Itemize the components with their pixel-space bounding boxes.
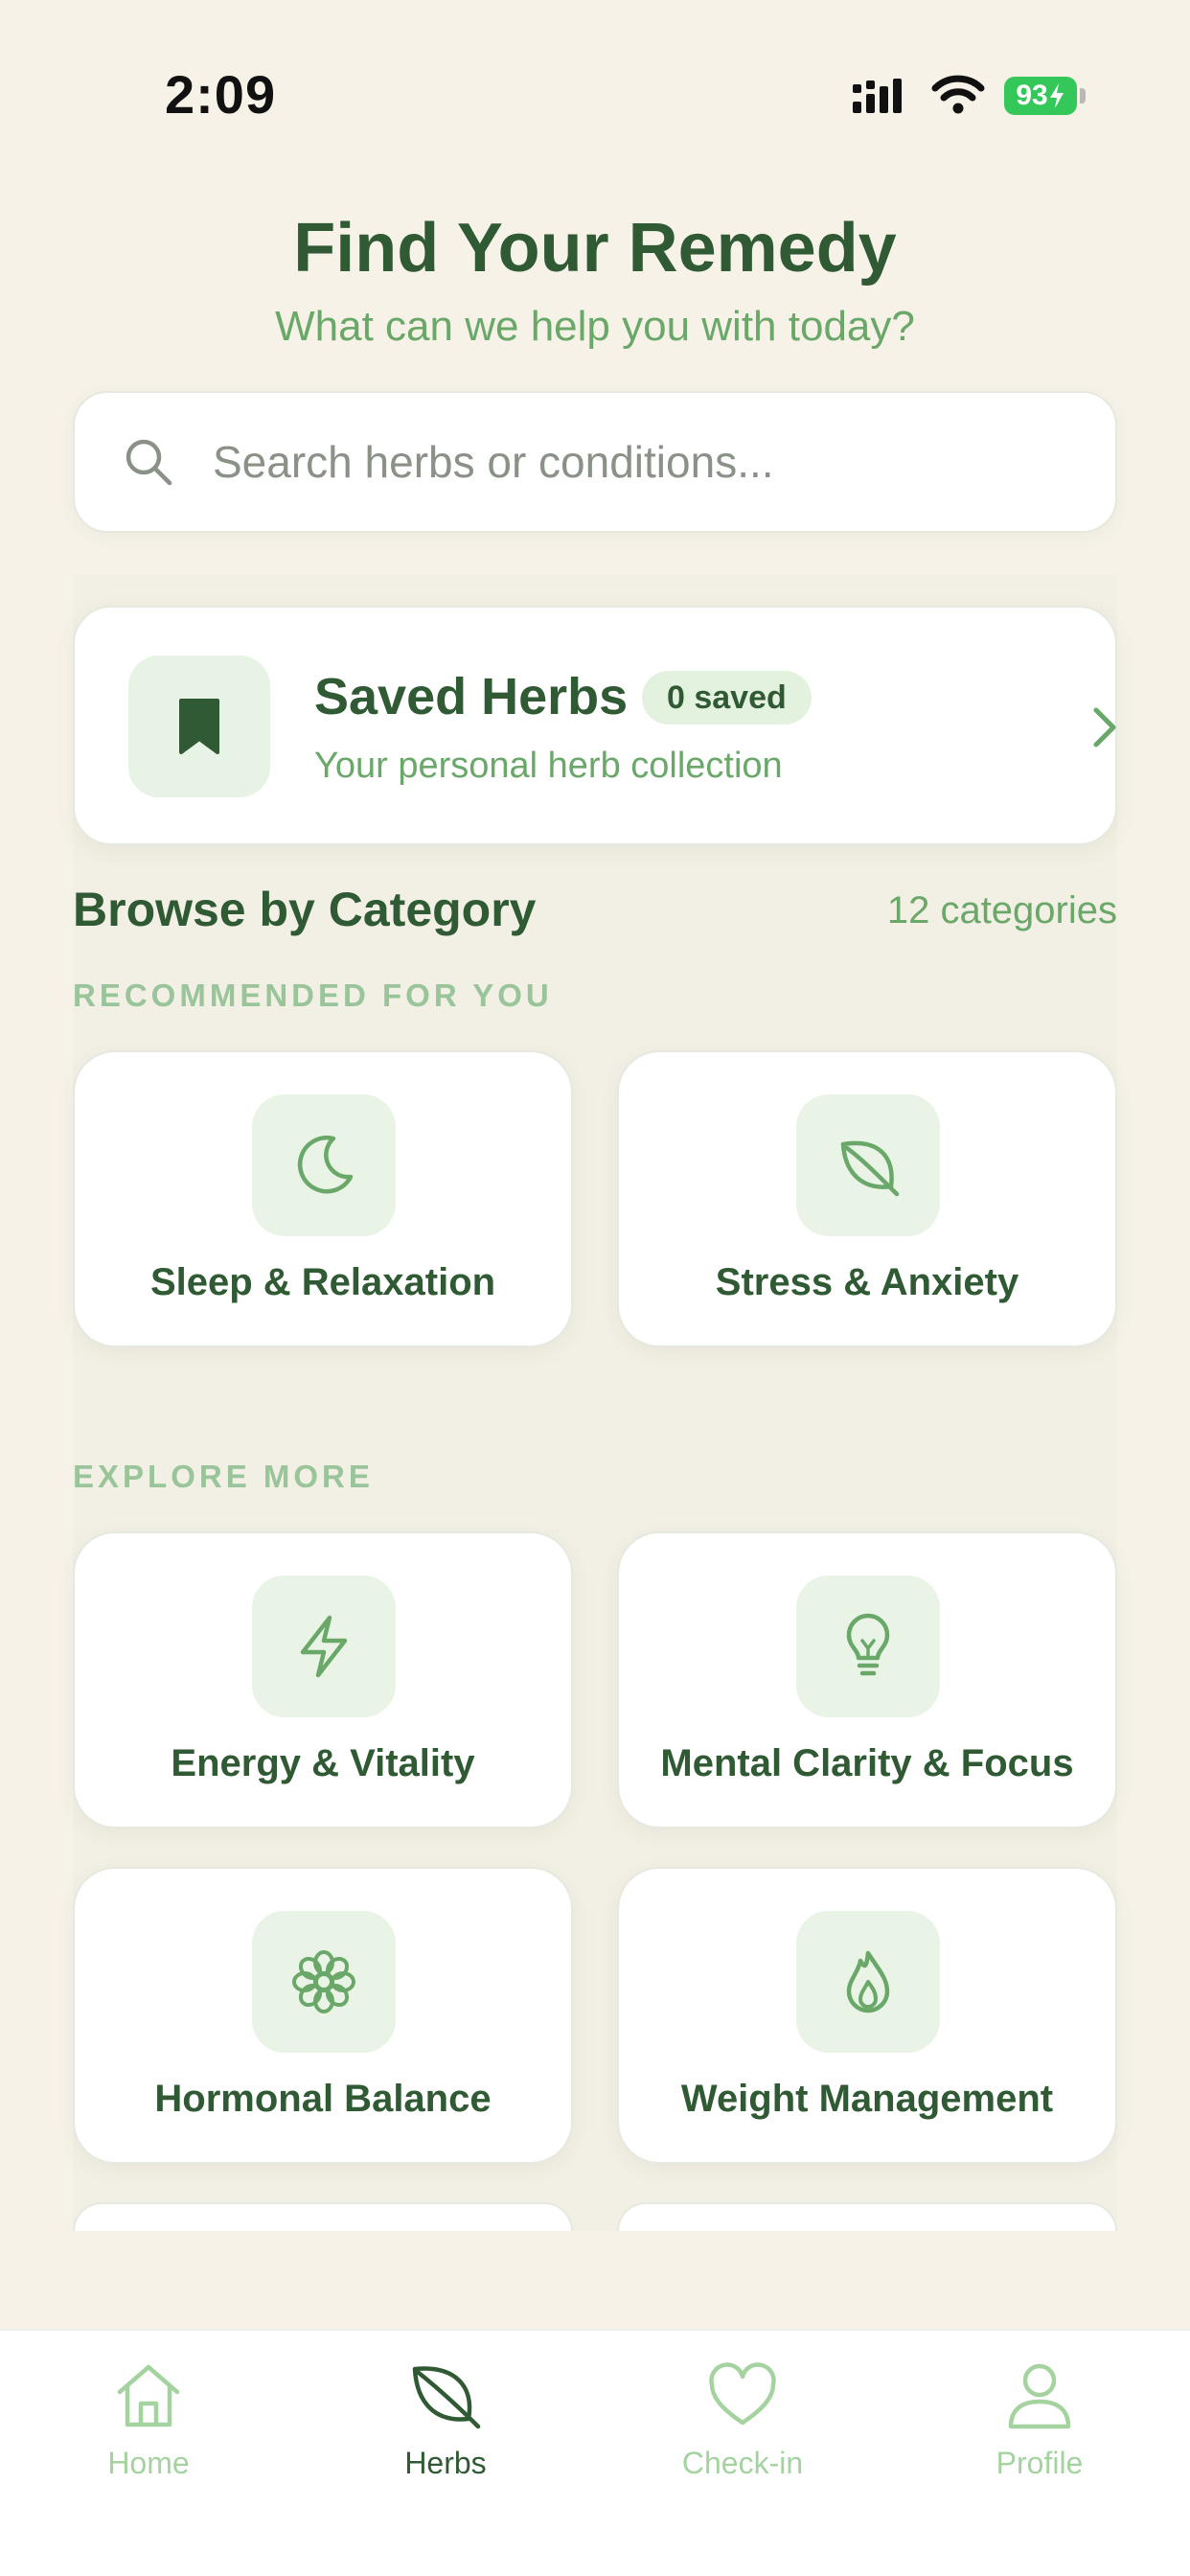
battery-level: 93 [1016,80,1048,111]
category-icon-tile [252,1094,396,1236]
chevron-right-icon [1093,707,1116,748]
category-card-weight[interactable]: Weight Management [617,1867,1117,2164]
category-label: Weight Management [680,2078,1054,2120]
heart-icon [709,2362,776,2426]
tab-check-in[interactable]: Check-in [594,2359,891,2503]
category-card-sleep[interactable]: Sleep & Relaxation [73,1050,573,1347]
category-count: 12 categories [886,889,1117,932]
moon-icon [297,1135,354,1194]
charging-bolt-icon [1049,83,1064,108]
tab-label: Check-in [681,2446,804,2480]
flower-icon [292,1950,355,2013]
tab-home[interactable]: Home [0,2359,297,2503]
saved-icon-tile [128,656,270,797]
signal-icon [853,79,902,113]
category-label: Stress & Anxiety [715,1261,1019,1303]
status-time: 2:09 [165,64,277,125]
battery-nub [1080,88,1086,104]
category-card-peek[interactable] [73,2202,573,2231]
saved-herbs-title: Saved Herbs [314,668,629,725]
category-label: Mental Clarity & Focus [660,1742,1074,1784]
tab-profile[interactable]: Profile [891,2359,1188,2503]
search-input[interactable] [213,436,1075,488]
page-title: Find Your Remedy [293,210,897,287]
browse-section-title: Browse by Category [73,883,537,936]
category-icon-tile [252,1576,396,1717]
tab-label: Profile [995,2446,1084,2480]
category-label: Sleep & Relaxation [149,1261,496,1303]
category-label: Hormonal Balance [154,2078,492,2120]
explore-label: EXPLORE MORE [73,1459,374,1494]
leaf-icon [412,2366,481,2429]
tab-label: Home [107,2446,190,2480]
saved-herbs-subtitle: Your personal herb collection [314,746,783,786]
flame-icon [846,1950,890,2013]
tab-herbs[interactable]: Herbs [297,2359,594,2503]
saved-herbs-card[interactable]: Saved Herbs 0 saved Your personal herb c… [73,606,1117,845]
category-icon-tile [796,1911,940,2053]
search-icon [126,439,172,486]
tab-label: Herbs [404,2446,487,2480]
lightbulb-icon [846,1613,890,1676]
leaf-icon [840,1140,900,1197]
category-label: Energy & Vitality [171,1742,475,1784]
saved-count-badge: 0 saved [642,671,812,724]
tab-bar: Home Herbs Check-in Profile [0,2329,1190,2576]
category-icon-tile [796,1094,940,1236]
category-icon-tile [796,1576,940,1717]
home-icon [117,2364,180,2427]
category-card-focus[interactable]: Mental Clarity & Focus [617,1531,1117,1828]
recommended-label: RECOMMENDED FOR YOU [73,978,553,1013]
person-icon [1008,2363,1071,2429]
lightning-icon [300,1615,348,1678]
category-icon-tile [252,1911,396,2053]
search-bar[interactable] [73,391,1117,533]
wifi-icon [931,75,985,114]
status-bar: 2:09 93 [0,0,1190,192]
page-subtitle: What can we help you with today? [275,303,915,350]
category-card-energy[interactable]: Energy & Vitality [73,1531,573,1828]
bookmark-icon [179,699,219,754]
category-card-peek[interactable] [617,2202,1117,2231]
battery-indicator: 93 [1004,77,1077,115]
category-card-hormonal[interactable]: Hormonal Balance [73,1867,573,2164]
category-card-stress[interactable]: Stress & Anxiety [617,1050,1117,1347]
